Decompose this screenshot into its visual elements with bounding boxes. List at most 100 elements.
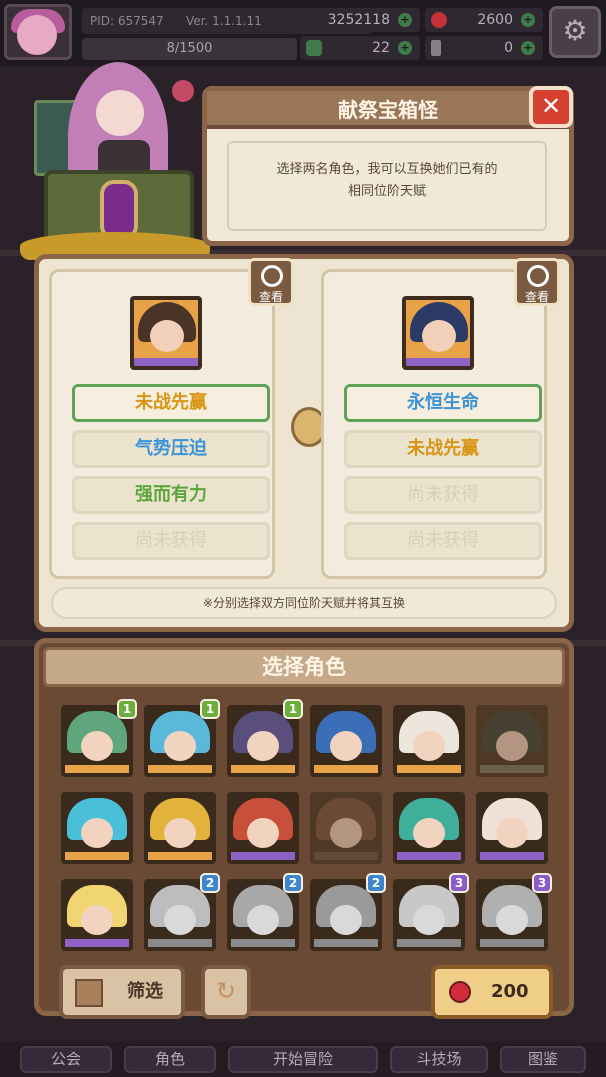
- gold-counter[interactable]: 3252118 +: [300, 8, 420, 32]
- status-bar: PID: 657547 Ver. 1.1.1.11 8/1500 3252118…: [0, 0, 606, 66]
- view-button-right[interactable]: 查看: [514, 258, 560, 306]
- dialog-line-2: 相同位阶天赋: [347, 184, 426, 199]
- gold-value: 3252118: [327, 12, 390, 28]
- rarity-bar: [397, 765, 461, 773]
- key-counter[interactable]: 0 +: [425, 36, 543, 60]
- portrait-face: [150, 320, 184, 352]
- tier-badge: 2: [200, 873, 220, 893]
- left-character-card: 查看 未战先赢 气势压迫 强而有力 尚未获得: [49, 258, 294, 579]
- view-label: 查看: [524, 290, 549, 304]
- plus-icon[interactable]: +: [398, 13, 412, 27]
- character-face: [496, 818, 528, 848]
- right-talent-3: 尚未获得: [344, 476, 542, 514]
- filter-button[interactable]: 筛选: [59, 965, 185, 1019]
- left-talent-3[interactable]: 强而有力: [72, 476, 270, 514]
- npc-dialog: 献祭宝箱怪 选择两名角色，我可以互换她们已有的 相同位阶天赋: [202, 86, 574, 246]
- character-face: [330, 731, 362, 761]
- npc-face: [96, 90, 144, 136]
- rarity-bar: [231, 765, 295, 773]
- rarity-bar: [65, 939, 129, 947]
- character-face: [247, 905, 279, 935]
- roster-character[interactable]: [393, 792, 465, 864]
- rarity-bar: [65, 765, 129, 773]
- swap-cost: 200: [491, 981, 529, 1002]
- character-face: [413, 731, 445, 761]
- right-talent-2[interactable]: 未战先赢: [344, 430, 542, 468]
- nav-codex[interactable]: 图鉴: [500, 1046, 586, 1073]
- tier-badge: 3: [532, 873, 552, 893]
- tier-badge: 2: [366, 873, 386, 893]
- bottom-navigation: 公会 角色 开始冒险 斗技场 图鉴: [0, 1042, 606, 1077]
- roster-character[interactable]: [61, 879, 133, 951]
- rarity-bar: [480, 939, 544, 947]
- roster-character[interactable]: [393, 705, 465, 777]
- character-face: [164, 905, 196, 935]
- roster-character[interactable]: [227, 792, 299, 864]
- plus-icon[interactable]: +: [398, 41, 412, 55]
- clover-value: 22: [372, 40, 390, 56]
- reset-button[interactable]: ↻: [201, 965, 251, 1019]
- roster-character[interactable]: [61, 792, 133, 864]
- nav-characters[interactable]: 角色: [124, 1046, 216, 1073]
- nav-arena[interactable]: 斗技场: [390, 1046, 488, 1073]
- magnifier-icon: [261, 265, 283, 287]
- roster-character[interactable]: [476, 792, 548, 864]
- portrait-face: [422, 320, 456, 352]
- gear-icon: ⚙: [562, 14, 588, 47]
- character-face: [413, 818, 445, 848]
- gem-counter[interactable]: 2600 +: [425, 8, 543, 32]
- xp-progress: 8/1500: [82, 38, 297, 60]
- roster-character[interactable]: [476, 705, 548, 777]
- character-roster-panel: 选择角色 1 1 1 2 2 2 3 3 筛选 ↻ 200: [34, 638, 574, 1019]
- clover-counter[interactable]: 22 +: [300, 36, 420, 60]
- refresh-icon: ↻: [215, 977, 237, 1005]
- player-id: PID: 657547: [90, 14, 164, 28]
- rarity-bar: [314, 765, 378, 773]
- tier-badge: 2: [283, 873, 303, 893]
- left-talent-2[interactable]: 气势压迫: [72, 430, 270, 468]
- plus-icon[interactable]: +: [521, 13, 535, 27]
- character-face: [81, 731, 113, 761]
- rarity-bar: [231, 852, 295, 860]
- left-character-portrait[interactable]: [130, 296, 202, 370]
- character-face: [164, 731, 196, 761]
- close-button[interactable]: ✕: [529, 86, 573, 128]
- rarity-bar: [480, 765, 544, 773]
- roster-character[interactable]: [310, 792, 382, 864]
- right-character-card: 查看 永恒生命 未战先赢 尚未获得 尚未获得: [321, 258, 560, 579]
- right-character-portrait[interactable]: [402, 296, 474, 370]
- view-button-left[interactable]: 查看: [248, 258, 294, 306]
- right-talent-1[interactable]: 永恒生命: [344, 384, 542, 422]
- nav-guild[interactable]: 公会: [20, 1046, 112, 1073]
- key-value: 0: [504, 40, 513, 56]
- player-avatar[interactable]: [4, 4, 72, 60]
- rarity-bar: [480, 852, 544, 860]
- plus-icon[interactable]: +: [521, 41, 535, 55]
- rose-icon: [172, 80, 194, 102]
- character-face: [330, 818, 362, 848]
- character-face: [164, 818, 196, 848]
- left-talent-4: 尚未获得: [72, 522, 270, 560]
- talent-swap-panel: 查看 未战先赢 气势压迫 强而有力 尚未获得 查看 永恒生命 未战先赢 尚未获得…: [34, 254, 574, 632]
- tier-badge: 3: [449, 873, 469, 893]
- settings-button[interactable]: ⚙: [549, 6, 601, 58]
- dialog-message: 选择两名角色，我可以互换她们已有的 相同位阶天赋: [227, 141, 547, 231]
- rarity-bar: [314, 939, 378, 947]
- rarity-bar: [314, 852, 378, 860]
- character-face: [496, 905, 528, 935]
- confirm-swap-button[interactable]: 200: [431, 965, 553, 1019]
- nav-start-adventure[interactable]: 开始冒险: [228, 1046, 378, 1073]
- roster-character[interactable]: [144, 792, 216, 864]
- dialog-line-1: 选择两名角色，我可以互换她们已有的: [276, 162, 498, 177]
- rarity-bar: [148, 939, 212, 947]
- rarity-bar: [406, 358, 470, 366]
- rarity-bar: [65, 852, 129, 860]
- character-face: [81, 905, 113, 935]
- rarity-bar: [148, 765, 212, 773]
- left-talent-1[interactable]: 未战先赢: [72, 384, 270, 422]
- key-icon: [431, 40, 441, 56]
- tier-badge: 1: [200, 699, 220, 719]
- roster-character[interactable]: [310, 705, 382, 777]
- clover-icon: [306, 40, 322, 56]
- character-face: [247, 731, 279, 761]
